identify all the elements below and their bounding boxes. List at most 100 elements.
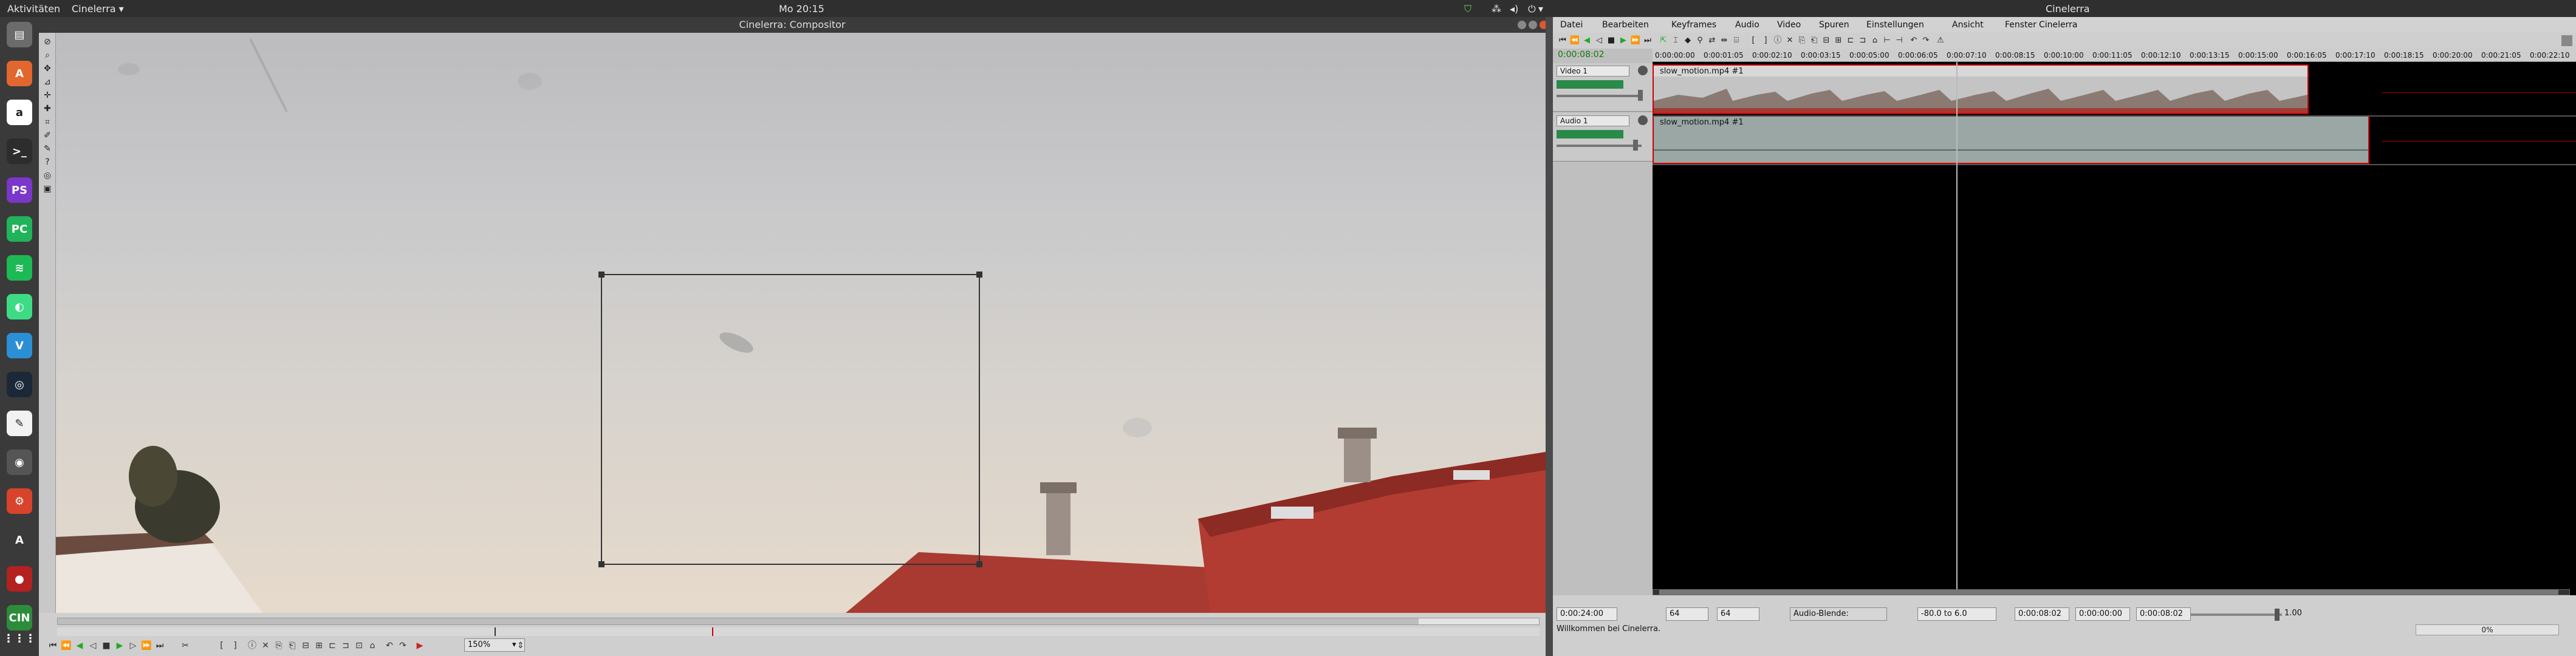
frame-back-icon[interactable]: ◁ (86, 640, 100, 651)
trim-icon[interactable]: ⊢ (1881, 35, 1893, 46)
phpstorm-icon[interactable]: PS (7, 177, 32, 203)
updater-icon[interactable]: A (7, 527, 32, 553)
notes-icon[interactable]: ✎ (7, 411, 32, 436)
brush-icon[interactable]: ✎ (42, 143, 53, 154)
paste-icon[interactable]: ⎗ (286, 640, 299, 651)
video-clip[interactable]: slow_motion.mp4 #1 (1653, 64, 2309, 114)
timeline-ruler[interactable]: 0:00:00:00 0:00:01:05 0:00:02:10 0:00:03:15… (1653, 49, 2576, 62)
terminal-icon[interactable]: >_ (7, 138, 32, 164)
rewind-icon[interactable]: ⏮ (46, 640, 60, 651)
fast-reverse-icon[interactable]: ⏪ (1569, 35, 1581, 46)
overwrite-icon[interactable]: ⊞ (312, 640, 326, 651)
safe-region-icon[interactable]: ▣ (42, 183, 53, 194)
camera-tool-icon[interactable]: ✛ (42, 90, 53, 101)
undo-icon[interactable]: ↶ (383, 640, 396, 651)
video-track-name[interactable]: Video 1 (1557, 66, 1629, 77)
end-icon[interactable]: ⏭ (1642, 35, 1654, 46)
zoom-spin-icon[interactable]: ⇕ (514, 640, 527, 651)
lock-icon[interactable]: ⚲ (1694, 35, 1706, 46)
frame-back-icon[interactable]: ◁ (1593, 35, 1605, 46)
position-field-3[interactable]: 0:00:08:02 (2136, 607, 2191, 621)
fade-slider[interactable] (1557, 145, 1642, 147)
extract-icon[interactable]: ⊐ (1857, 35, 1869, 46)
info-icon[interactable]: ⓘ (1772, 35, 1784, 46)
camera-icon[interactable]: ◉ (7, 449, 32, 475)
compositor-scrollbar[interactable] (57, 618, 1540, 625)
clip-icon[interactable]: ⌸ (1730, 35, 1742, 46)
frame-forward-icon[interactable]: ▷ (126, 640, 140, 651)
volume-icon[interactable]: ◂) (1510, 3, 1518, 15)
fast-forward-icon[interactable]: ⏩ (140, 640, 153, 651)
arrow-tool-icon[interactable]: ⇱ (1657, 35, 1670, 46)
keyframe-icon[interactable]: ◆ (1682, 35, 1694, 46)
copy-icon[interactable]: ⎘ (1796, 35, 1808, 46)
position-field-2[interactable]: 0:00:00:00 (2075, 607, 2130, 621)
mask-icon[interactable]: ✥ (42, 63, 53, 74)
apps-grid-icon[interactable]: ⋮⋮⋮ (3, 626, 36, 651)
protect-icon[interactable]: ⊘ (42, 36, 53, 47)
amazon-icon[interactable]: a (7, 100, 32, 125)
menu-item[interactable]: Einstellungen (1866, 20, 1924, 30)
menu-item[interactable]: Fenster (2005, 20, 2036, 30)
fast-forward-icon[interactable]: ⏩ (1629, 35, 1642, 46)
files-icon[interactable]: ▤ (7, 22, 32, 47)
menu-item[interactable]: Spuren (1819, 20, 1849, 30)
fade-slider-thumb[interactable] (1638, 90, 1643, 101)
video-track-header[interactable]: Video 1 (1553, 63, 1653, 112)
fast-reverse-icon[interactable]: ⏪ (60, 640, 73, 651)
to-clip-icon[interactable]: ⊡ (352, 640, 366, 651)
recorder-icon[interactable]: ● (7, 566, 32, 592)
shuffle-icon[interactable]: ⇄ (1706, 35, 1718, 46)
edit-icon[interactable]: ✂ (179, 640, 192, 651)
lift-icon[interactable]: ⊏ (1845, 35, 1857, 46)
info-icon[interactable]: ⓘ (245, 640, 259, 651)
track-toggles[interactable] (1557, 80, 1623, 89)
stop-icon[interactable]: ■ (1605, 35, 1617, 46)
power-icon[interactable]: ⏻ (1528, 3, 1536, 15)
vscode-icon[interactable]: V (7, 333, 32, 358)
scroll-thumb[interactable] (1659, 590, 2558, 595)
fade-slider[interactable] (1557, 95, 1642, 97)
menu-item[interactable]: Audio (1735, 20, 1759, 30)
duration-field[interactable]: 0:00:24:00 (1557, 607, 1617, 621)
menu-item[interactable]: Video (1777, 20, 1801, 30)
splice-icon[interactable]: ⊟ (1820, 35, 1832, 46)
position-field-1[interactable]: 0:00:08:02 (2015, 607, 2069, 621)
snap-icon[interactable]: ⊣ (1893, 35, 1905, 46)
ibeam-tool-icon[interactable]: ⌶ (1670, 35, 1682, 46)
sample-zoom-field[interactable]: 64 (1666, 607, 1708, 621)
audio-track-name[interactable]: Audio 1 (1557, 115, 1629, 126)
menu-item[interactable]: Keyframes (1671, 20, 1716, 30)
panel-toggle-button[interactable] (2561, 35, 2572, 46)
play-icon[interactable]: ▶ (1617, 35, 1629, 46)
minimize-button[interactable] (1518, 21, 1526, 29)
crop-icon[interactable]: ⌗ (42, 117, 53, 128)
menu-item[interactable]: Ansicht (1952, 20, 1984, 30)
android-studio-icon[interactable]: ◐ (7, 294, 32, 319)
maximize-button[interactable] (1529, 21, 1537, 29)
compositor-timebar[interactable] (57, 627, 1540, 636)
undo-icon[interactable]: ↶ (1908, 35, 1920, 46)
stop-icon[interactable]: ■ (100, 640, 113, 651)
cut-icon[interactable]: ✕ (1784, 35, 1796, 46)
projector-icon[interactable]: ✚ (42, 103, 53, 114)
audio-track-header[interactable]: Audio 1 (1553, 113, 1653, 162)
expand-track-icon[interactable] (1638, 115, 1648, 125)
expand-track-icon[interactable] (1638, 66, 1648, 75)
audio-blend-select[interactable]: Audio-Blende: (1790, 607, 1887, 621)
label-icon[interactable]: ⌂ (366, 640, 379, 651)
extract-icon[interactable]: ⊐ (339, 640, 352, 651)
settings-icon[interactable]: ⚙ (7, 488, 32, 514)
reverse-play-icon[interactable]: ◀ (1581, 35, 1593, 46)
splice-icon[interactable]: ⊟ (299, 640, 312, 651)
out-point-icon[interactable]: ] (1759, 35, 1772, 46)
end-icon[interactable]: ⏭ (153, 640, 166, 651)
amp-zoom-field[interactable]: 64 (1717, 607, 1759, 621)
record-icon[interactable]: ▶ (413, 640, 426, 651)
track-toggles[interactable] (1557, 130, 1623, 138)
clock[interactable]: Mo 20:15 (779, 3, 824, 15)
position-marker[interactable] (712, 627, 713, 636)
help-icon[interactable]: ? (42, 157, 53, 168)
paste-icon[interactable]: ⎗ (1808, 35, 1820, 46)
menu-item[interactable]: Datei (1560, 20, 1583, 30)
